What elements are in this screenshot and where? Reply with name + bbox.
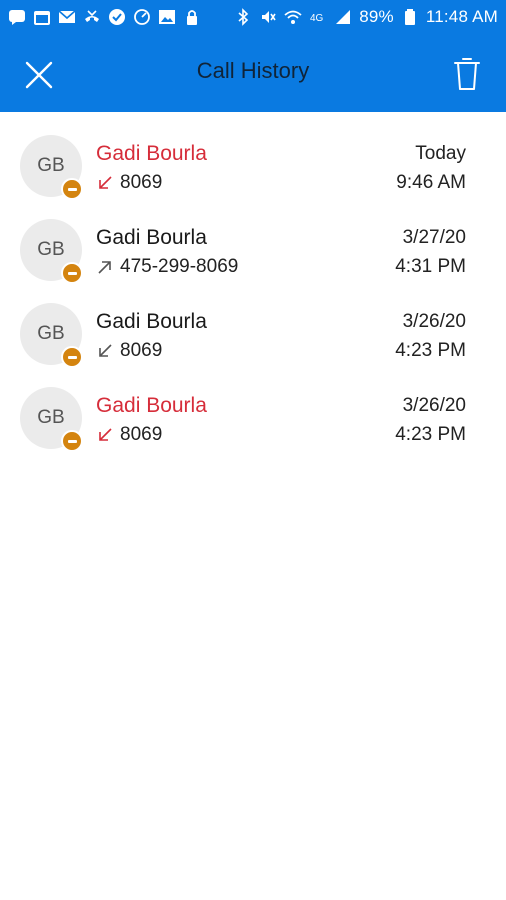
wifi-icon [284, 8, 302, 26]
image-icon [158, 8, 176, 26]
outgoing-call-arrow-icon [96, 258, 114, 276]
status-bar: 4G 89% 11:48 AM [0, 0, 506, 34]
bluetooth-icon [234, 8, 252, 26]
contact-name: Gadi Bourla [96, 142, 207, 165]
delete-history-button[interactable] [446, 52, 488, 96]
mute-icon [259, 8, 277, 26]
call-entry[interactable]: GB Gadi Bourla 475-299-8069 3/27/20 4:31… [0, 196, 506, 284]
calendar-notification-icon [33, 8, 51, 26]
call-entry[interactable]: GB Gadi Bourla 8069 Today 9:46 AM [0, 112, 506, 200]
incoming-call-arrow-icon [96, 174, 114, 192]
call-time: 4:23 PM [395, 340, 466, 361]
status-left-icons [8, 8, 201, 26]
phone-number: 8069 [120, 172, 163, 193]
trash-icon [454, 58, 480, 90]
presence-away-badge [61, 430, 83, 452]
call-time: 4:31 PM [395, 256, 466, 277]
lock-icon [183, 8, 201, 26]
status-time: 11:48 AM [425, 7, 498, 26]
contact-name: Gadi Bourla [96, 394, 207, 417]
phone-number: 475-299-8069 [120, 256, 239, 277]
call-detail: 8069 [96, 340, 162, 362]
avatar-initials: GB [37, 323, 65, 344]
contact-name: Gadi Bourla [96, 226, 207, 249]
call-history-list: GB Gadi Bourla 8069 Today 9:46 AM GB Gad… [0, 112, 506, 452]
missed-call-icon [83, 8, 101, 26]
contact-name: Gadi Bourla [96, 310, 207, 333]
toolbar: Call History [0, 34, 506, 112]
call-detail: 475-299-8069 [96, 256, 238, 278]
app-bar: 4G 89% 11:48 AM Call History [0, 0, 506, 112]
call-date: 3/27/20 [402, 227, 466, 248]
status-right-icons: 4G 89% 11:48 AM [234, 7, 498, 27]
call-date: 3/26/20 [402, 395, 466, 416]
chat-notification-icon [8, 8, 26, 26]
call-entry[interactable]: GB Gadi Bourla 8069 3/26/20 4:23 PM [0, 280, 506, 368]
call-detail: 8069 [96, 172, 162, 194]
incoming-call-arrow-icon [96, 426, 114, 444]
call-entry[interactable]: GB Gadi Bourla 8069 3/26/20 4:23 PM [0, 364, 506, 452]
call-time: 4:23 PM [395, 424, 466, 445]
battery-icon [401, 8, 419, 26]
call-time: 9:46 AM [396, 172, 466, 193]
avatar-initials: GB [37, 239, 65, 260]
phone-number: 8069 [120, 340, 163, 361]
check-circle-icon [108, 8, 126, 26]
page-title: Call History [196, 58, 310, 83]
network-type-icon: 4G [309, 8, 327, 26]
avatar-initials: GB [37, 155, 65, 176]
phone-number: 8069 [120, 424, 163, 445]
call-detail: 8069 [96, 424, 162, 446]
avatar-initials: GB [37, 407, 65, 428]
battery-percent: 89% [359, 7, 394, 26]
incoming-call-arrow-icon [96, 342, 114, 360]
call-date: Today [415, 143, 466, 164]
svg-text:4G: 4G [310, 13, 324, 24]
mail-icon [58, 8, 76, 26]
speedometer-icon [133, 8, 151, 26]
signal-icon [334, 8, 352, 26]
call-date: 3/26/20 [402, 311, 466, 332]
